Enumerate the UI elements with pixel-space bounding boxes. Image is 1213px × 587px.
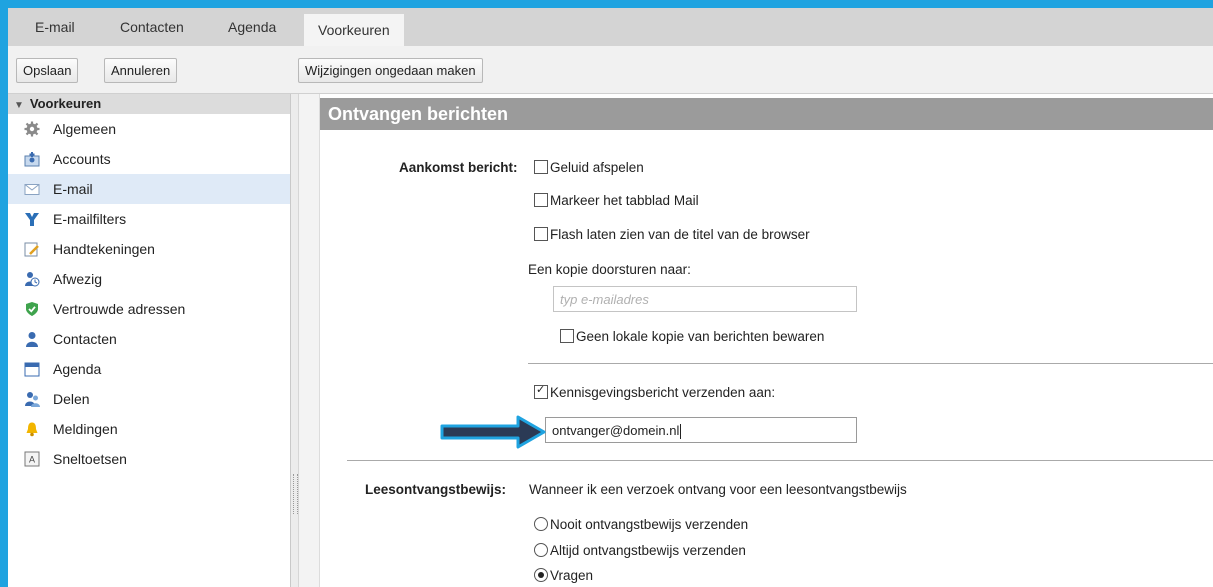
gear-icon [24, 121, 40, 137]
bell-icon [26, 422, 38, 437]
shield-icon [26, 302, 38, 316]
sidebar-item-signatures[interactable]: Handtekeningen [8, 234, 290, 264]
sidebar-item-email-filters[interactable]: E-mailfilters [8, 204, 290, 234]
notify-checkbox[interactable] [534, 383, 548, 399]
sound-label: Geluid afspelen [550, 160, 644, 175]
receipt-ask-radio[interactable] [534, 568, 548, 582]
calendar-icon [24, 362, 40, 377]
mail-icon [24, 184, 40, 195]
notify-email-input[interactable]: ontvanger@domein.nl [545, 417, 857, 443]
preferences-sidebar: ▼ Voorkeuren Algemeen Accounts E-mail E-… [8, 94, 291, 587]
content-gutter [299, 94, 320, 587]
read-receipt-description: Wanneer ik een verzoek ontvang voor een … [529, 482, 907, 497]
tab-contacts[interactable]: Contacten [108, 8, 196, 46]
away-icon [25, 272, 40, 287]
receipt-never-label: Nooit ontvangstbewijs verzenden [550, 517, 749, 532]
mark-tab-checkbox[interactable] [534, 193, 548, 207]
flash-title-label: Flash laten zien van de titel van de bro… [550, 227, 810, 242]
sidebar-item-share[interactable]: Delen [8, 384, 290, 414]
collapse-triangle-icon[interactable]: ▼ [14, 96, 24, 116]
svg-text:A: A [29, 455, 35, 465]
no-local-copy-checkbox[interactable] [560, 329, 574, 343]
receipt-ask-label: Vragen [550, 568, 594, 583]
accounts-icon [24, 152, 40, 167]
sidebar-item-accounts[interactable]: Accounts [8, 144, 290, 174]
filter-icon [25, 213, 39, 226]
tab-preferences[interactable]: Voorkeuren [304, 14, 404, 46]
divider [347, 460, 1213, 461]
sidebar-item-notifications[interactable]: Meldingen [8, 414, 290, 444]
sound-checkbox[interactable] [534, 160, 548, 174]
save-button[interactable]: Opslaan [16, 58, 79, 83]
main-tab-bar: E-mail Contacten Agenda Voorkeuren [8, 8, 1213, 46]
cancel-button[interactable]: Annuleren [104, 58, 178, 83]
keyboard-icon: A [24, 451, 40, 467]
sidebar-item-email[interactable]: E-mail [8, 174, 290, 204]
tab-calendar[interactable]: Agenda [216, 8, 288, 46]
text-cursor [680, 424, 682, 440]
sidebar-item-trusted-addresses[interactable]: Vertrouwde adressen [8, 294, 290, 324]
forward-email-input[interactable]: typ e-mailadres [553, 286, 857, 312]
preferences-content: Ontvangen berichten Aankomst bericht: Ge… [299, 94, 1213, 587]
receipt-always-radio[interactable] [534, 543, 548, 557]
toolbar: Opslaan Annuleren Wijzigingen ongedaan m… [8, 46, 1213, 94]
sidebar-item-contacts[interactable]: Contacten [8, 324, 290, 354]
app-window: E-mail Contacten Agenda Voorkeuren Opsla… [8, 8, 1213, 587]
divider [528, 363, 1213, 364]
notify-label: Kennisgevingsbericht verzenden aan: [550, 385, 776, 400]
contact-icon [26, 332, 38, 347]
share-icon [25, 392, 40, 407]
mark-tab-label: Markeer het tabblad Mail [550, 193, 699, 208]
arrival-label: Aankomst bericht: [399, 160, 518, 175]
tab-email[interactable]: E-mail [23, 8, 87, 46]
forward-copy-label: Een kopie doorsturen naar: [528, 262, 691, 277]
section-title: Ontvangen berichten [320, 98, 1213, 130]
sidebar-item-shortcuts[interactable]: A Sneltoetsen [8, 444, 290, 474]
sidebar-item-general[interactable]: Algemeen [8, 114, 290, 144]
sidebar-header[interactable]: ▼ Voorkeuren [8, 94, 290, 114]
signature-icon [24, 242, 39, 257]
sidebar-item-calendar[interactable]: Agenda [8, 354, 290, 384]
pointer-arrow-icon [440, 415, 546, 449]
undo-changes-button[interactable]: Wijzigingen ongedaan maken [298, 58, 483, 83]
receipt-always-label: Altijd ontvangstbewijs verzenden [550, 543, 746, 558]
flash-title-checkbox[interactable] [534, 227, 548, 241]
read-receipt-label: Leesontvangstbewijs: [365, 482, 507, 497]
splitter-grip[interactable] [293, 474, 298, 514]
receipt-never-radio[interactable] [534, 517, 548, 531]
no-local-copy-label: Geen lokale kopie van berichten bewaren [576, 329, 825, 344]
sidebar-item-away[interactable]: Afwezig [8, 264, 290, 294]
